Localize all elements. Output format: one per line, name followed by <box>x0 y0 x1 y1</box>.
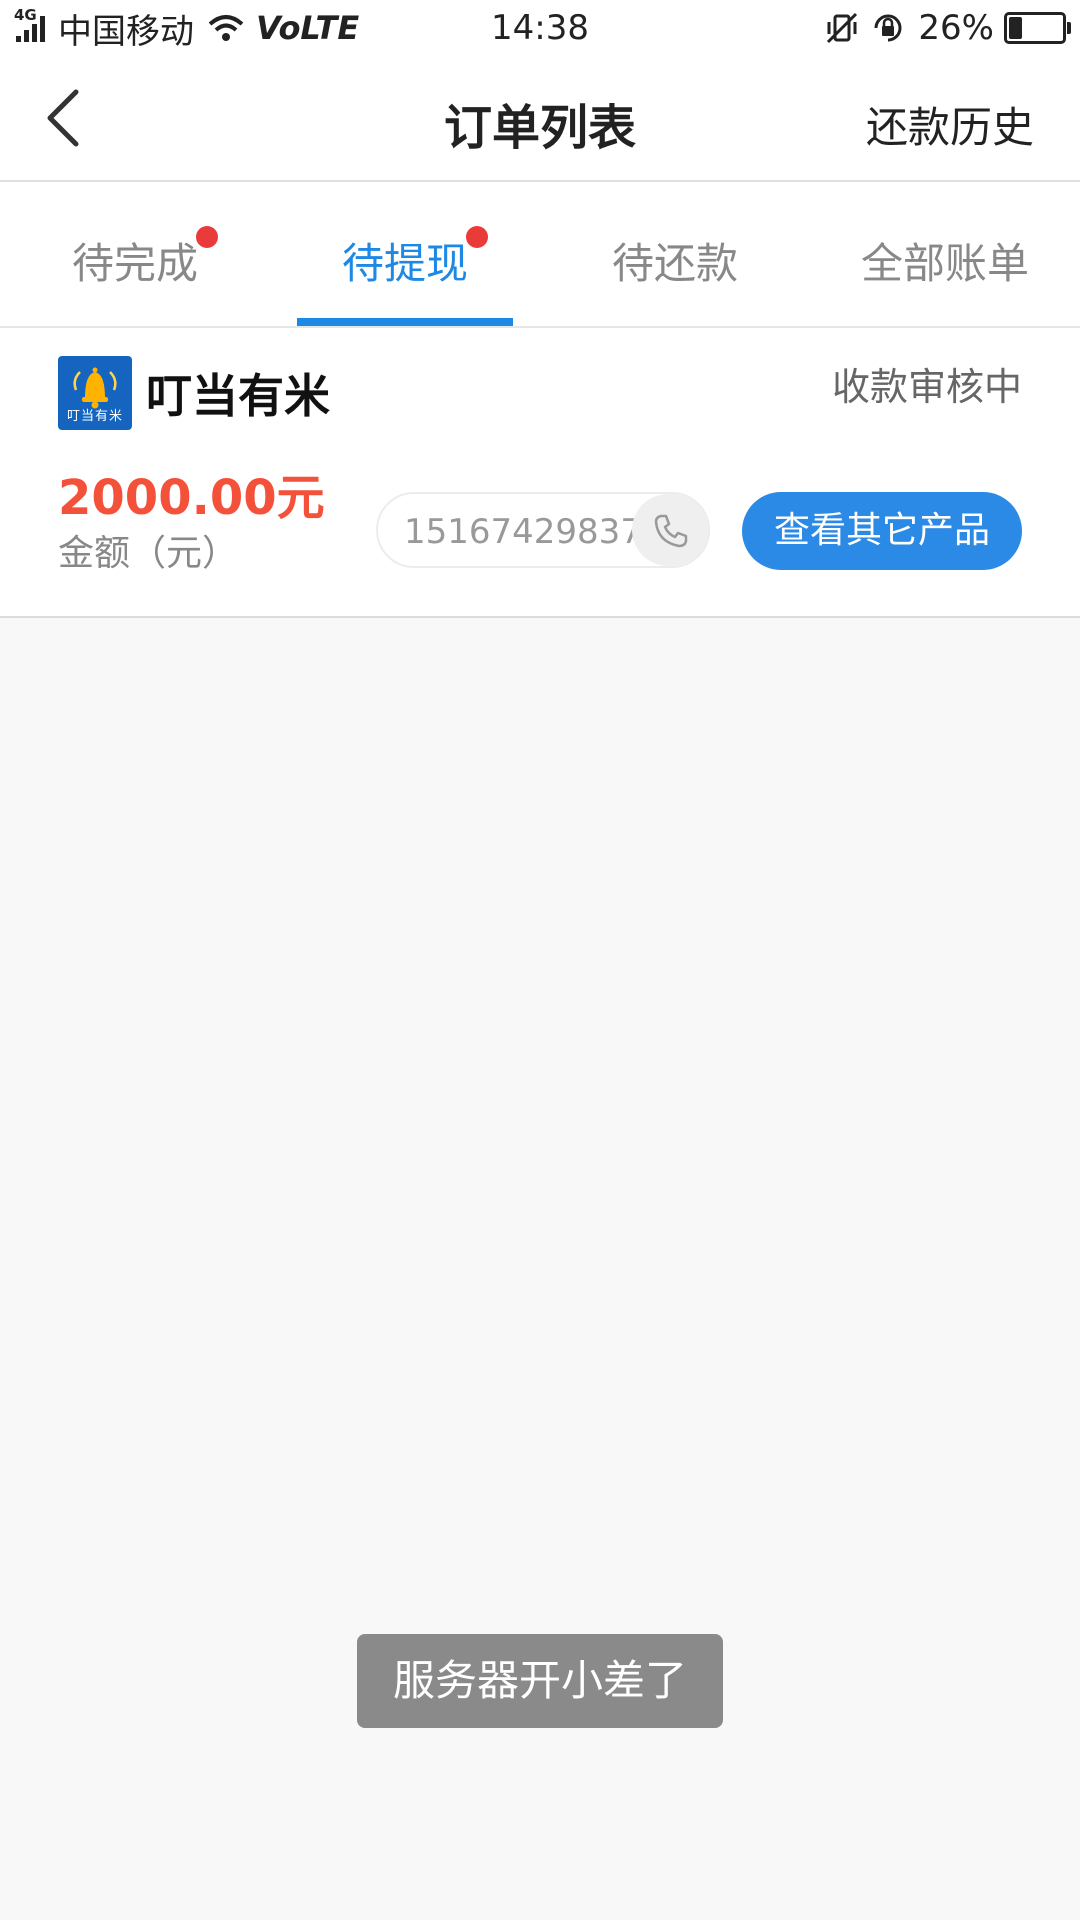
tab-label: 待还款 <box>611 239 738 288</box>
call-button[interactable] <box>632 494 708 566</box>
back-button[interactable] <box>36 86 96 150</box>
product-logo: 叮当有米 <box>58 356 132 430</box>
repayment-history-link[interactable]: 还款历史 <box>866 94 1034 155</box>
vibrate-icon <box>827 12 858 44</box>
order-card: 叮当有米 叮当有米 收款审核中 2000.00元 金额（元） 151674298… <box>0 328 1080 618</box>
tab-all-bills[interactable]: 全部账单 <box>810 182 1080 326</box>
tab-label: 全部账单 <box>860 239 1029 288</box>
phone-contact: 15167429837 <box>376 492 710 568</box>
amount-label: 金额（元） <box>58 533 239 574</box>
status-bar-right: 26% <box>814 8 1071 48</box>
tab-pending-complete[interactable]: 待完成 <box>0 182 270 326</box>
battery-icon <box>1004 12 1071 44</box>
tab-label: 待完成 <box>71 239 198 288</box>
tab-badge-dot <box>196 226 218 248</box>
toast-message: 服务器开小差了 <box>357 1634 723 1728</box>
order-amount: 2000.00元 <box>58 470 325 526</box>
tab-bar: 待完成 待提现 待还款 全部账单 <box>0 182 1080 328</box>
view-other-products-button[interactable]: 查看其它产品 <box>742 492 1022 570</box>
phone-icon <box>654 514 688 548</box>
battery-percent: 26% <box>918 8 994 48</box>
rotation-lock-icon <box>874 14 902 42</box>
phone-number: 15167429837 <box>404 512 642 552</box>
tab-label: 待提现 <box>341 239 468 288</box>
chevron-left-icon <box>47 89 79 147</box>
tab-badge-dot <box>466 226 488 248</box>
product-name: 叮当有米 <box>146 369 330 423</box>
nav-bar: 订单列表 还款历史 <box>0 56 1080 182</box>
tab-pending-repay[interactable]: 待还款 <box>540 182 810 326</box>
status-bar: 4G 中国移动 VoLTE 14:38 26% <box>0 0 1080 56</box>
order-status: 收款审核中 <box>831 365 1022 409</box>
tab-pending-withdraw[interactable]: 待提现 <box>270 182 540 326</box>
logo-text: 叮当有米 <box>66 409 123 424</box>
active-tab-indicator <box>297 318 513 326</box>
